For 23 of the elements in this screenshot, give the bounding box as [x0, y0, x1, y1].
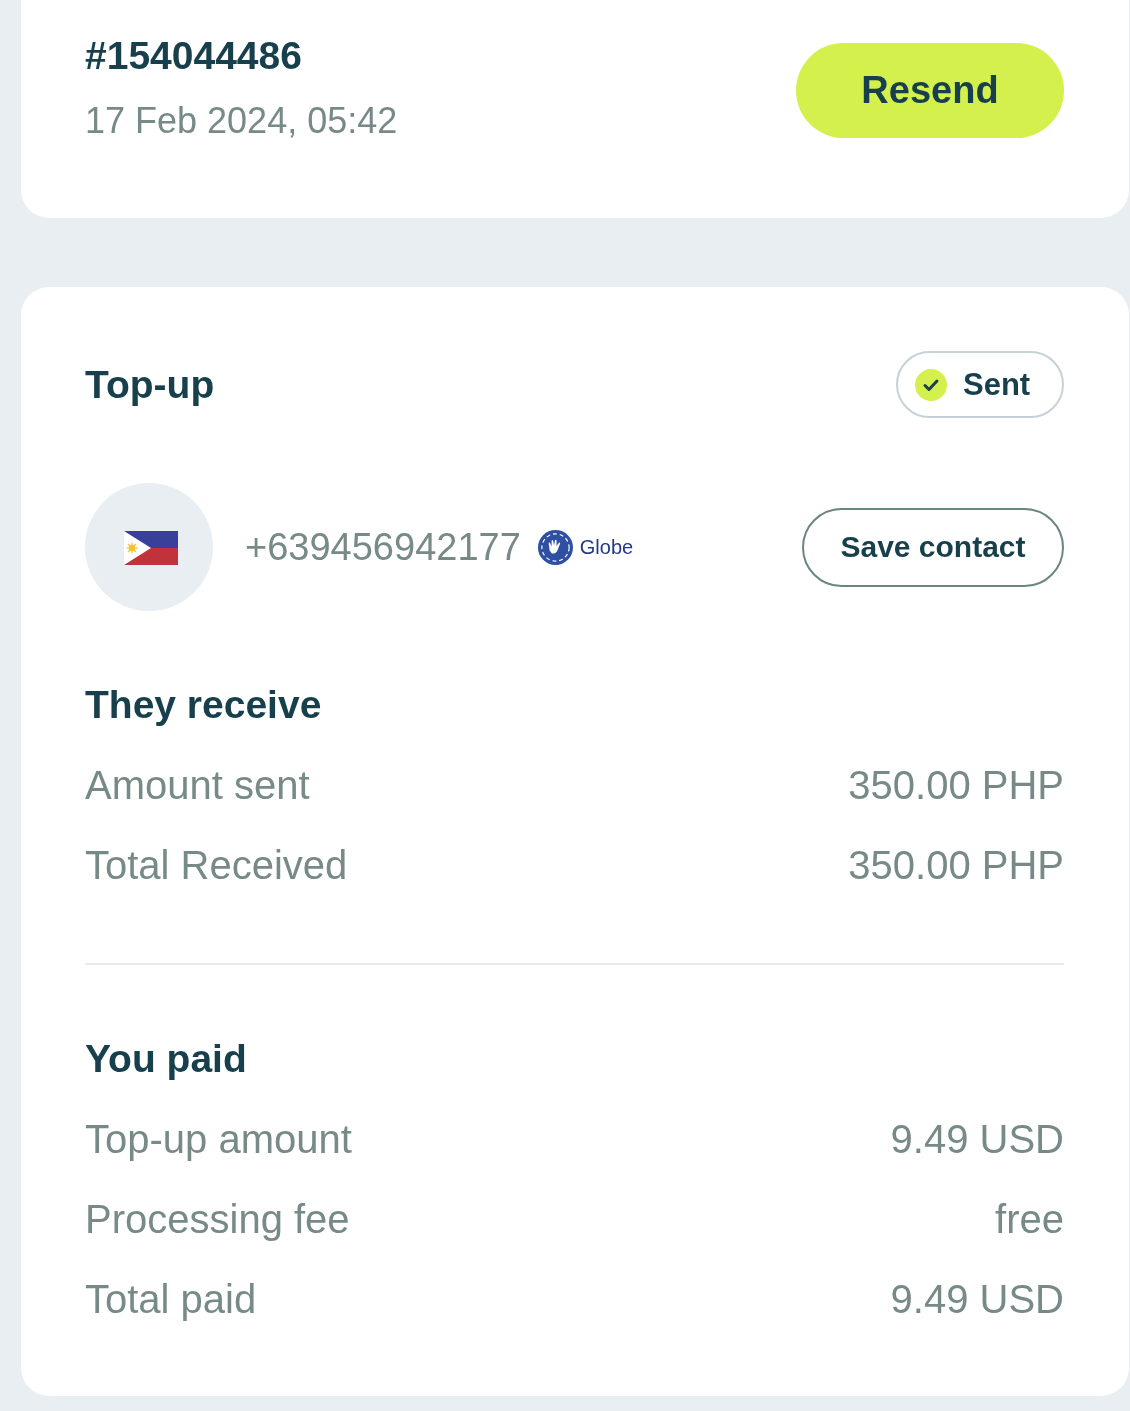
section-title: They receive — [85, 682, 323, 728]
resend-button[interactable]: Resend — [796, 43, 1064, 138]
section-title: You paid — [85, 1036, 248, 1082]
status-label: Sent — [963, 366, 1031, 403]
operator-name: Globe — [579, 535, 634, 559]
card-title: Top-up — [85, 361, 215, 408]
row-label: Top-up amount — [85, 1116, 352, 1163]
phone-number: +639456942177 — [245, 525, 521, 569]
logo-icon — [537, 529, 573, 565]
order-number: #154044486 — [85, 33, 303, 79]
row-value: 350.00 PHP — [848, 842, 1064, 889]
row-label: Amount sent — [85, 762, 310, 809]
row-label: Total paid — [85, 1276, 257, 1323]
check-icon — [915, 368, 947, 401]
row-value: free — [995, 1196, 1064, 1243]
order-date: 17 Feb 2024, 05:42 — [85, 99, 398, 143]
row-label: Processing fee — [85, 1196, 350, 1243]
save-contact-button[interactable]: Save contact — [802, 507, 1064, 587]
row-label: Total Received — [85, 842, 348, 889]
row-value: 350.00 PHP — [848, 762, 1064, 809]
row-value: 9.49 USD — [890, 1116, 1064, 1163]
row-value: 9.49 USD — [890, 1276, 1064, 1323]
flag-icon — [85, 483, 213, 611]
